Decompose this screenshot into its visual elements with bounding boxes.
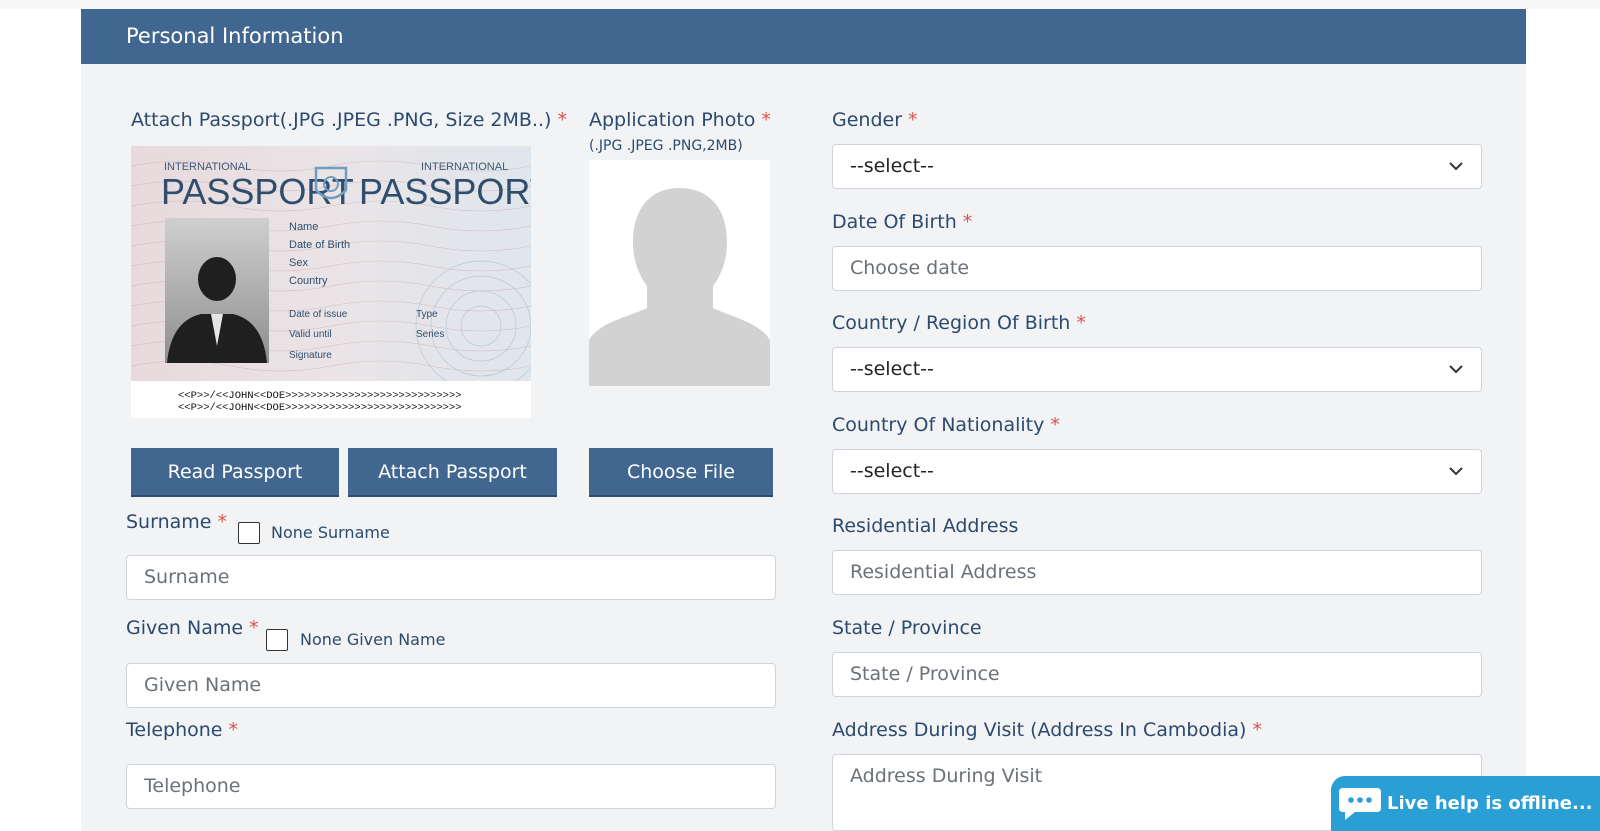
section-header: Personal Information bbox=[81, 9, 1526, 64]
passport-sample-image: INTERNATIONAL INTERNATIONAL PASSPORT PAS… bbox=[131, 146, 531, 418]
telephone-label: Telephone * bbox=[126, 719, 238, 741]
none-surname-label: None Surname bbox=[271, 523, 390, 542]
surname-label: Surname * bbox=[126, 511, 227, 533]
attach-passport-button[interactable]: Attach Passport bbox=[348, 448, 557, 497]
country-of-birth-select[interactable]: --select-- bbox=[832, 347, 1482, 392]
passport-field-series: Series bbox=[416, 329, 444, 340]
chevron-down-icon bbox=[1449, 365, 1463, 374]
country-of-birth-select-value: --select-- bbox=[850, 358, 934, 380]
personal-info-panel: Personal Information Attach Passport(.JP… bbox=[81, 9, 1526, 831]
address-during-visit-label: Address During Visit (Address In Cambodi… bbox=[832, 719, 1262, 741]
none-surname-checkbox[interactable] bbox=[238, 522, 260, 544]
passport-word-right: PASSPORT bbox=[359, 171, 531, 212]
given-name-label: Given Name * bbox=[126, 617, 259, 639]
passport-field-0: Name bbox=[289, 221, 318, 233]
passport-label: Attach Passport(.JPG .JPEG .PNG, Size 2M… bbox=[131, 109, 567, 131]
chevron-down-icon bbox=[1449, 162, 1463, 171]
person-silhouette-icon bbox=[589, 188, 770, 386]
residential-address-input[interactable]: Residential Address bbox=[832, 550, 1482, 595]
given-name-input[interactable]: Given Name bbox=[126, 663, 776, 708]
live-help-widget[interactable]: Live help is offline... bbox=[1331, 776, 1600, 831]
state-province-label: State / Province bbox=[832, 617, 982, 639]
application-photo-placeholder bbox=[589, 160, 770, 386]
gender-select-value: --select-- bbox=[850, 155, 934, 177]
choose-file-button[interactable]: Choose File bbox=[589, 448, 773, 497]
chat-bubble-icon bbox=[1339, 788, 1381, 820]
state-province-input[interactable]: State / Province bbox=[832, 652, 1482, 697]
passport-field-3: Country bbox=[289, 275, 328, 287]
top-strip bbox=[0, 0, 1600, 9]
passport-field-valid: Valid until bbox=[289, 329, 332, 340]
passport-mrz-2: <<P>>/<<JOHN<<DOE>>>>>>>>>>>>>>>>>>>>>>>… bbox=[178, 402, 462, 414]
passport-mrz-1: <<P>>/<<JOHN<<DOE>>>>>>>>>>>>>>>>>>>>>>>… bbox=[178, 390, 462, 402]
passport-field-issue: Date of issue bbox=[289, 309, 348, 320]
surname-input[interactable]: Surname bbox=[126, 555, 776, 600]
live-help-text: Live help is offline... bbox=[1387, 793, 1593, 814]
passport-field-type: Type bbox=[416, 309, 438, 320]
nationality-select[interactable]: --select-- bbox=[832, 449, 1482, 494]
passport-field-1: Date of Birth bbox=[289, 239, 350, 251]
gender-label: Gender * bbox=[832, 109, 918, 131]
read-passport-button[interactable]: Read Passport bbox=[131, 448, 339, 497]
country-of-birth-label: Country / Region Of Birth * bbox=[832, 312, 1086, 334]
application-photo-hint: (.JPG .JPEG .PNG,2MB) bbox=[589, 138, 743, 154]
passport-field-2: Sex bbox=[289, 257, 308, 269]
date-of-birth-label: Date Of Birth * bbox=[832, 211, 973, 233]
none-given-name-checkbox[interactable] bbox=[266, 629, 288, 651]
telephone-input[interactable]: Telephone bbox=[126, 764, 776, 809]
none-given-name-label: None Given Name bbox=[300, 630, 446, 649]
gender-select[interactable]: --select-- bbox=[832, 144, 1482, 189]
passport-word-left: PASSPORT bbox=[161, 171, 354, 212]
chevron-down-icon bbox=[1449, 467, 1463, 476]
residential-address-label: Residential Address bbox=[832, 515, 1019, 537]
date-of-birth-input[interactable]: Choose date bbox=[832, 246, 1482, 291]
nationality-label: Country Of Nationality * bbox=[832, 414, 1060, 436]
nationality-select-value: --select-- bbox=[850, 460, 934, 482]
application-photo-label: Application Photo * bbox=[589, 109, 771, 131]
passport-field-signature: Signature bbox=[289, 350, 332, 361]
passport-illustration: INTERNATIONAL INTERNATIONAL PASSPORT PAS… bbox=[131, 146, 531, 418]
